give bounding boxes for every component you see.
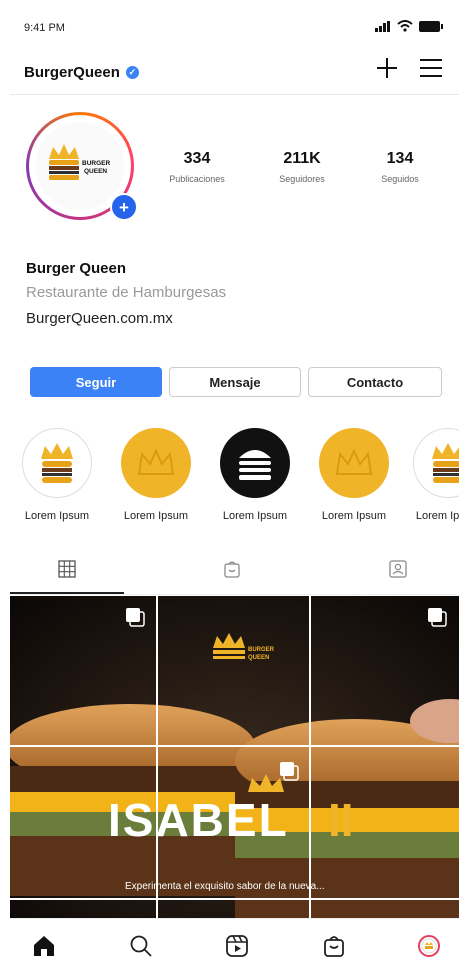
profile-tabs [10, 548, 459, 595]
highlight-label: Lorem Ipsum [24, 510, 90, 522]
phone-screen: 9:41 PM BurgerQueen ✓ BURGER QUEEN + 334… [10, 0, 459, 971]
battery-icon [419, 20, 443, 32]
post-brand-bottom: QUEEN [248, 655, 269, 661]
follow-button[interactable]: Seguir [30, 367, 162, 397]
status-time: 9:41 PM [24, 22, 65, 34]
crown-burger-icon [41, 443, 73, 483]
post-headline: ISABEL [108, 794, 289, 846]
stat-value: 134 [386, 150, 414, 167]
burger-queen-logo: BURGER QUEEN [36, 122, 124, 210]
stat-followers[interactable]: 211K Seguidores [257, 150, 347, 184]
nav-search[interactable] [127, 932, 155, 960]
post-brand-top: BURGER [248, 647, 275, 653]
nav-reels[interactable] [223, 932, 251, 960]
highlight-label: Lorem Ipsum [222, 510, 288, 522]
status-icons [375, 20, 443, 32]
burger-icon [239, 450, 271, 480]
logo-text-bottom: QUEEN [84, 168, 107, 175]
profile-name: Burger Queen [26, 260, 127, 277]
logo-text-top: BURGER [82, 160, 110, 167]
stat-following[interactable]: 134 Seguidos [355, 150, 445, 184]
crown-burger-icon: BURGER QUEEN [49, 144, 110, 180]
nav-home[interactable] [30, 932, 58, 960]
profile-category: Restaurante de Hamburgesas [26, 284, 227, 301]
menu-icon[interactable] [419, 58, 443, 78]
shop-bag-icon [224, 561, 240, 578]
stat-value: 334 [183, 150, 211, 167]
signal-icon [375, 20, 390, 32]
nav-shop[interactable] [320, 932, 348, 960]
profile-avatar-icon [418, 935, 440, 957]
highlight-item[interactable]: Lorem Ipsum [215, 428, 295, 522]
highlight-item[interactable]: Lorem Ipsum [17, 428, 97, 522]
search-icon [130, 935, 152, 957]
nav-profile[interactable] [415, 932, 443, 960]
contact-button[interactable]: Contacto [308, 367, 442, 397]
profile-header: BurgerQueen ✓ [10, 52, 459, 95]
tab-grid[interactable] [55, 558, 79, 580]
highlight-item[interactable]: Lorem Ipsum [314, 428, 394, 522]
stat-value: 211K [283, 150, 321, 167]
highlight-label: Lorem Ipsum [415, 510, 459, 522]
stat-label: Seguidores [279, 174, 325, 184]
verified-badge-icon: ✓ [125, 66, 139, 79]
burger-banner-image: BURGER QUEEN ISABEL II Experimenta el ex… [10, 596, 459, 918]
shop-bag-icon [324, 936, 344, 957]
highlight-label: Lorem Ipsum [123, 510, 189, 522]
highlight-item[interactable]: Lorem Ipsum [116, 428, 196, 522]
tagged-person-icon [389, 560, 407, 578]
wifi-icon [397, 20, 413, 32]
crown-icon [335, 448, 373, 475]
post-grid: BURGER QUEEN ISABEL II Experimenta el ex… [10, 596, 459, 918]
profile-website-link[interactable]: BurgerQueen.com.mx [26, 310, 173, 327]
tab-reels[interactable] [220, 558, 244, 580]
username[interactable]: BurgerQueen ✓ [24, 64, 139, 81]
plus-icon[interactable] [375, 56, 399, 80]
bottom-nav [10, 918, 459, 971]
highlight-item[interactable]: Lorem Ipsum [408, 428, 459, 522]
post-tagline: Experimenta el exquisito sabor de la nue… [125, 881, 325, 892]
tab-tagged[interactable] [386, 558, 410, 580]
grid-icon [58, 560, 76, 578]
add-story-icon[interactable]: + [110, 193, 138, 221]
post-headline-numeral: II [328, 794, 354, 846]
crown-burger-icon [432, 443, 459, 483]
crown-icon [137, 448, 175, 475]
message-button[interactable]: Mensaje [169, 367, 301, 397]
highlight-label: Lorem Ipsum [321, 510, 387, 522]
header-actions [375, 56, 443, 80]
username-text: BurgerQueen [24, 64, 120, 81]
home-icon [34, 936, 54, 956]
stat-label: Publicaciones [169, 174, 225, 184]
active-tab-indicator [10, 592, 124, 594]
stat-label: Seguidos [381, 174, 419, 184]
reels-icon [226, 935, 248, 957]
stat-posts[interactable]: 334 Publicaciones [152, 150, 242, 184]
